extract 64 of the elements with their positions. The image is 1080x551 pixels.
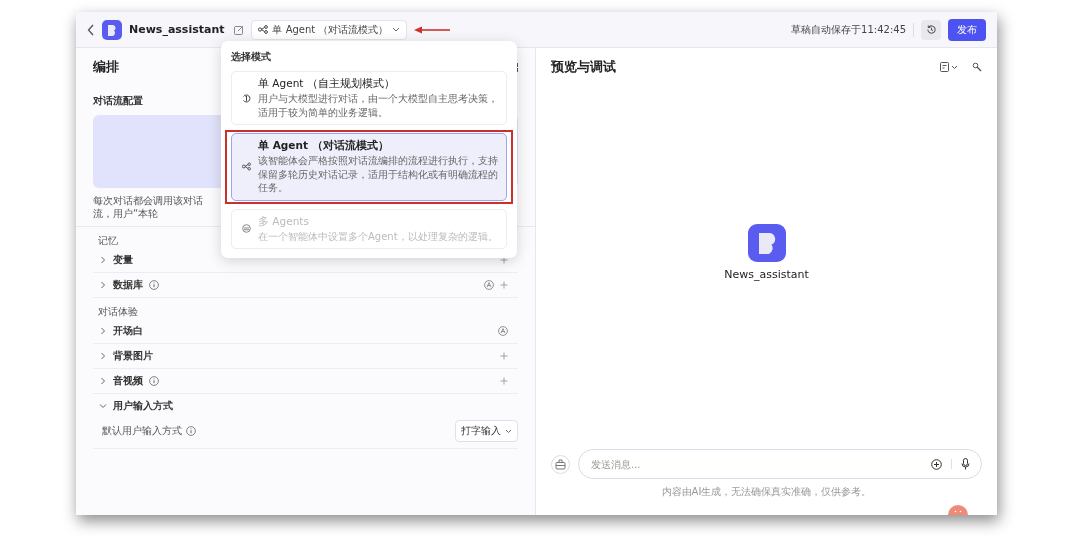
chevron-icon[interactable] [99, 256, 107, 264]
setting-row-label[interactable]: 开场白 [113, 324, 143, 338]
briefcase-icon [555, 458, 566, 470]
mode-option[interactable]: 单 Agent （自主规划模式） 用户与大模型进行对话，由一个大模型自主思考决策，适用于较为简单的业务逻辑。 [231, 71, 507, 125]
option-description: 该智能体会严格按照对话流编排的流程进行执行，支持保留多轮历史对话记录，适用于结构化或有明确流程的任务。 [258, 154, 498, 195]
app-name: News_assistant [129, 23, 225, 36]
add-icon[interactable] [500, 281, 508, 289]
workflow-icon [258, 25, 269, 34]
chevron-icon[interactable] [99, 281, 107, 289]
info-icon[interactable] [149, 280, 159, 290]
setting-label: 默认用户输入方式 [102, 424, 182, 438]
planning-icon [242, 93, 251, 103]
chevron-icon[interactable] [99, 377, 107, 385]
bot-logo-icon [747, 224, 786, 262]
app-logo-icon [102, 19, 122, 40]
setting-row-label[interactable]: 用户输入方式 [113, 399, 173, 413]
add-icon[interactable] [500, 377, 508, 385]
setting-row-label[interactable]: 背景图片 [113, 349, 153, 363]
section-heading: 对话体验 [98, 305, 138, 319]
caret-icon [505, 428, 512, 434]
history-icon [925, 24, 937, 35]
add-attachment-icon[interactable] [931, 458, 942, 470]
caret-icon [392, 27, 401, 32]
option-title: 单 Agent （自主规划模式） [258, 77, 395, 91]
publish-button[interactable]: 发布 [948, 18, 986, 41]
panel-title: 编排 [93, 58, 119, 76]
flow-hint-text: 每次对话都会调用该对话流，用户“本轮 [93, 194, 204, 220]
message-input-field[interactable]: 发送消息... [578, 449, 982, 479]
option-title: 单 Agent （对话流模式） [258, 139, 389, 153]
layout-dropdown-icon[interactable] [940, 62, 960, 72]
disclaimer-text: 内容由AI生成，无法确保真实准确，仅供参考。 [661, 485, 872, 499]
info-icon[interactable] [149, 376, 159, 386]
chevron-icon[interactable] [99, 327, 107, 335]
add-icon[interactable] [500, 352, 508, 360]
mode-dropdown-button[interactable]: 单 Agent （对话流模式） [251, 19, 408, 40]
setting-row-label[interactable]: 数据库 [113, 278, 143, 292]
section-heading: 记忆 [98, 234, 118, 248]
workflow-icon [242, 162, 251, 172]
edit-icon[interactable] [234, 24, 245, 35]
section-label: 对话流配置 [93, 94, 143, 108]
clear-context-button[interactable] [551, 454, 570, 474]
input-mode-select[interactable]: 打字输入 [455, 420, 518, 442]
chevron-icon[interactable] [99, 402, 107, 410]
autosave-status: 草稿自动保存于11:42:45 [791, 22, 906, 37]
history-button[interactable] [921, 19, 941, 40]
menu-title: 选择模式 [231, 50, 271, 64]
setting-row-label[interactable]: 音视频 [113, 374, 143, 388]
info-icon[interactable] [186, 426, 196, 436]
auto-icon[interactable] [484, 280, 494, 290]
mode-option[interactable]: 单 Agent （对话流模式） 该智能体会严格按照对话流编排的流程进行执行，支持保留多轮历史对话记录，适用于结构化或有明确流程的任务。 [231, 133, 507, 201]
panel-title: 预览与调试 [551, 58, 616, 76]
auto-icon[interactable] [498, 326, 508, 336]
microphone-icon[interactable] [961, 458, 970, 470]
add-icon[interactable] [500, 256, 508, 264]
option-title: 多 Agents [258, 214, 309, 229]
debug-tool-icon[interactable] [972, 62, 982, 72]
back-icon[interactable] [87, 23, 95, 36]
option-description: 用户与大模型进行对话，由一个大模型自主思考决策，适用于较为简单的业务逻辑。 [258, 92, 498, 119]
setting-row-label[interactable]: 变量 [113, 253, 133, 267]
chevron-icon[interactable] [99, 352, 107, 360]
assistant-avatar-icon[interactable] [948, 505, 968, 515]
arrow-annotation [414, 25, 451, 34]
bot-name: News_assistant [724, 268, 809, 281]
layers-icon [242, 224, 251, 234]
